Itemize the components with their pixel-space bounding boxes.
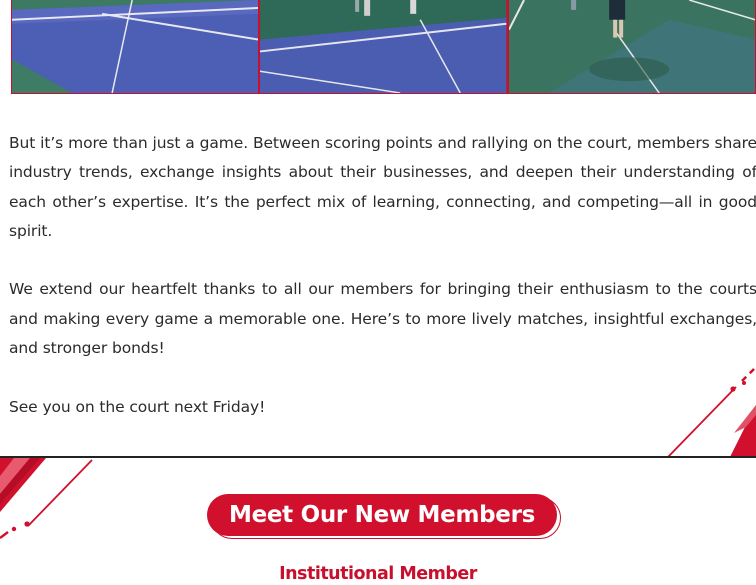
photo-court-3 <box>508 0 755 93</box>
decorative-stripes-right <box>667 366 756 458</box>
photo-court-2 <box>260 0 507 93</box>
section-title: Meet Our New Members <box>207 494 557 536</box>
section-title-badge: Meet Our New Members <box>207 494 561 540</box>
article-body: But it’s more than just a game. Between … <box>9 129 756 422</box>
article-paragraph: We extend our heartfelt thanks to all ou… <box>9 280 756 358</box>
article-paragraph: But it’s more than just a game. Between … <box>9 134 756 240</box>
photo-strip <box>11 0 756 94</box>
member-category-heading: Institutional Member <box>279 564 477 584</box>
photo-court-1 <box>12 0 259 93</box>
decorative-stripes-left <box>0 458 93 539</box>
article-closing-line: See you on the court next Friday! <box>9 397 266 416</box>
section-divider <box>0 456 756 458</box>
